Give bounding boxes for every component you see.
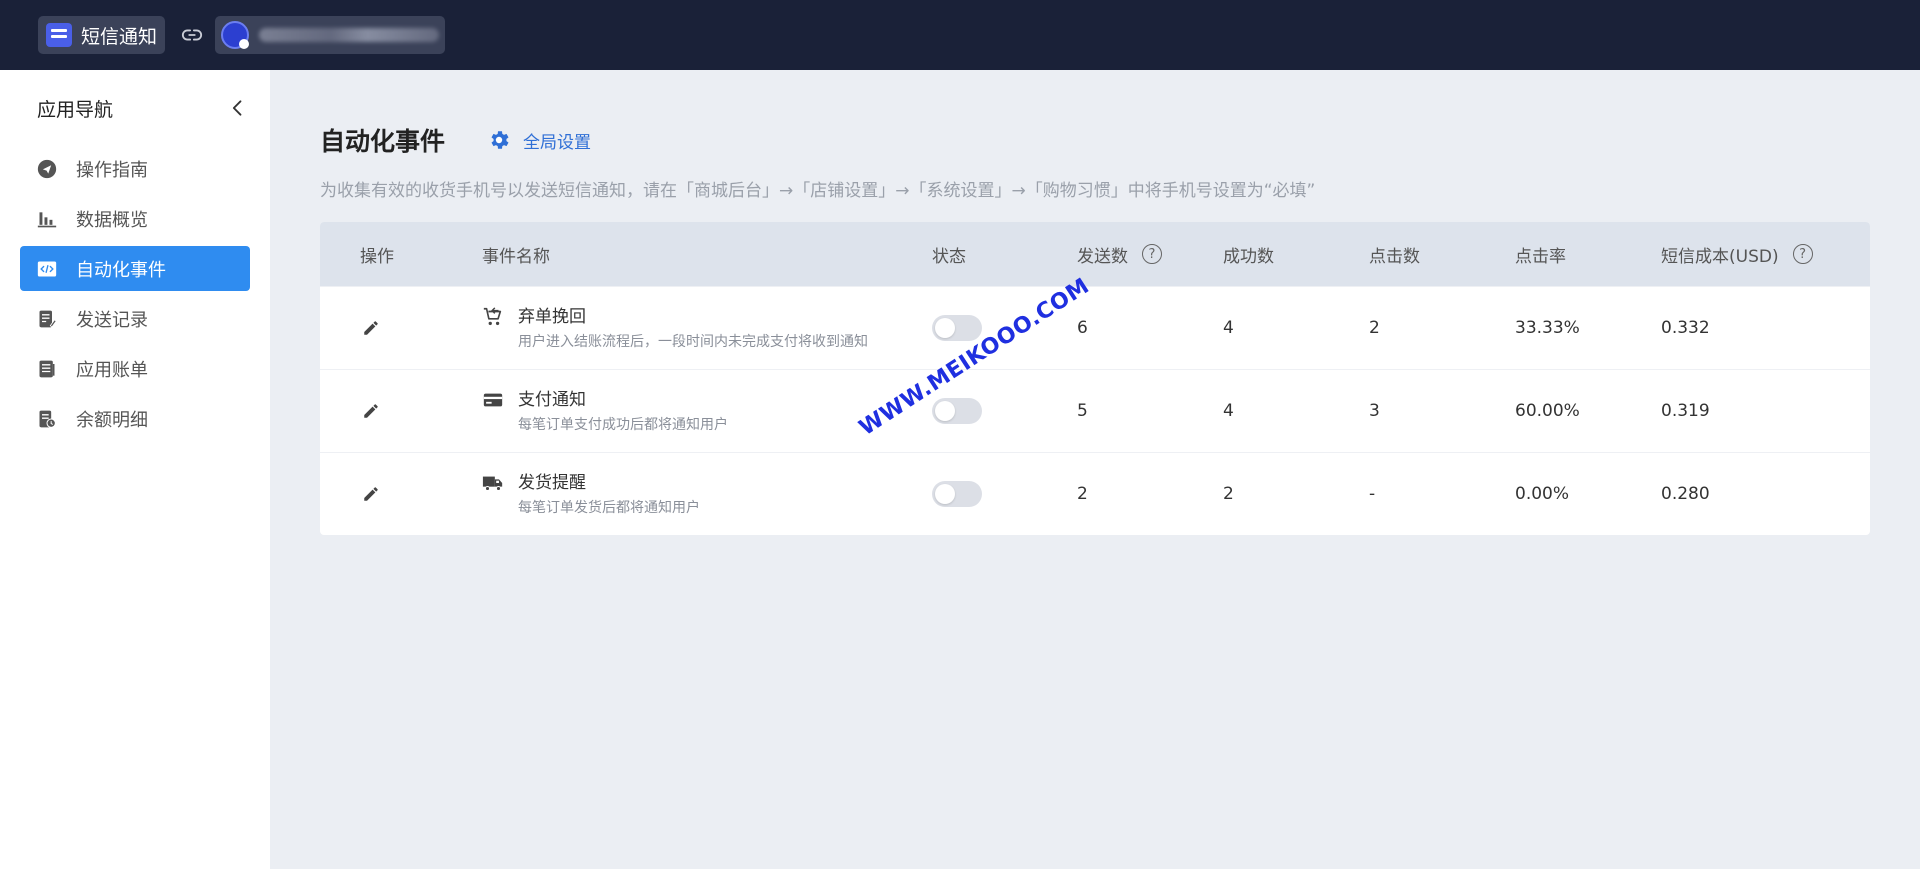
op-cell bbox=[320, 483, 482, 505]
pencil-icon bbox=[364, 321, 378, 335]
header-clicks: 点击数 bbox=[1369, 246, 1420, 267]
cost-cell: 0.319 bbox=[1661, 401, 1710, 421]
sidebar-item-label: 应用账单 bbox=[76, 359, 148, 381]
page-description: 为收集有效的收货手机号以发送短信通知，请在「商城后台」→「店铺设置」→「系统设置… bbox=[320, 181, 1316, 201]
rate-cell: 33.33% bbox=[1515, 318, 1580, 338]
balance-doc-icon bbox=[36, 408, 58, 430]
event-name-cell: 弃单挽回 用户进入结账流程后，一段时间内未完成支付将收到通知 bbox=[482, 305, 932, 351]
status-toggle[interactable] bbox=[932, 398, 982, 424]
clicks-cell: - bbox=[1369, 484, 1376, 504]
event-description: 用户进入结账流程后，一段时间内未完成支付将收到通知 bbox=[518, 334, 868, 350]
global-settings-link[interactable]: 全局设置 bbox=[487, 128, 591, 153]
table-row: 发货提醒 每笔订单发货后都将通知用户 2 2 - 0.00% 0.280 bbox=[320, 452, 1870, 535]
header-rate: 点击率 bbox=[1515, 246, 1566, 267]
sms-app-logo-icon bbox=[46, 23, 72, 47]
sidebar-item-label: 发送记录 bbox=[76, 309, 148, 331]
edit-button[interactable] bbox=[360, 400, 382, 422]
app-switcher[interactable]: 短信通知 bbox=[38, 16, 166, 54]
header-sent: 发送数 ? bbox=[1077, 242, 1223, 267]
event-title: 支付通知 bbox=[518, 390, 586, 410]
send-icon bbox=[36, 158, 58, 180]
sidebar-item-overview[interactable]: 数据概览 bbox=[20, 196, 250, 241]
sidebar-header: 应用导航 bbox=[0, 70, 270, 146]
truck-icon bbox=[482, 476, 503, 491]
header-status: 状态 bbox=[932, 246, 966, 267]
pencil-icon bbox=[364, 404, 378, 418]
edit-doc-icon bbox=[36, 308, 58, 330]
success-cell: 4 bbox=[1223, 318, 1234, 338]
cart-return-icon bbox=[483, 307, 502, 326]
header-op: 操作 bbox=[360, 246, 394, 267]
table-row: 弃单挽回 用户进入结账流程后，一段时间内未完成支付将收到通知 6 4 2 33.… bbox=[320, 286, 1870, 369]
event-title: 发货提醒 bbox=[518, 473, 586, 493]
help-icon[interactable]: ? bbox=[1142, 244, 1162, 264]
sidebar-item-send-records[interactable]: 发送记录 bbox=[20, 296, 250, 341]
bar-chart-icon bbox=[36, 208, 58, 230]
app-name: 短信通知 bbox=[81, 25, 158, 48]
help-icon[interactable]: ? bbox=[1792, 244, 1813, 264]
top-bar: 短信通知 bbox=[0, 0, 1920, 70]
store-name-blurred bbox=[259, 28, 440, 42]
sidebar-item-guide[interactable]: 操作指南 bbox=[20, 146, 250, 191]
sidebar-item-label: 自动化事件 bbox=[76, 259, 166, 281]
success-cell: 4 bbox=[1223, 401, 1234, 421]
table-row: 支付通知 每笔订单支付成功后都将通知用户 5 4 3 60.00% 0.319 bbox=[320, 369, 1870, 452]
store-avatar bbox=[221, 21, 250, 49]
events-table: 操作 事件名称 状态 发送数 ? 成功数 点击数 点击率 短信成本(USD) ? bbox=[320, 222, 1870, 535]
sidebar-item-automation[interactable]: 自动化事件 bbox=[20, 246, 250, 291]
success-cell: 2 bbox=[1223, 484, 1234, 504]
status-toggle[interactable] bbox=[932, 481, 982, 507]
sidebar-item-label: 操作指南 bbox=[76, 159, 148, 181]
clicks-cell: 3 bbox=[1369, 401, 1380, 421]
event-description: 每笔订单支付成功后都将通知用户 bbox=[518, 417, 728, 433]
collapse-sidebar-button[interactable] bbox=[226, 96, 250, 120]
event-name-cell: 发货提醒 每笔订单发货后都将通知用户 bbox=[482, 471, 932, 517]
op-cell bbox=[320, 317, 482, 339]
sent-cell: 6 bbox=[1077, 318, 1088, 338]
sidebar-item-label: 数据概览 bbox=[76, 209, 148, 231]
document-icon bbox=[36, 358, 58, 380]
rate-cell: 0.00% bbox=[1515, 484, 1570, 504]
gear-icon bbox=[491, 131, 509, 149]
store-selector[interactable] bbox=[215, 16, 446, 54]
sidebar-item-bills[interactable]: 应用账单 bbox=[20, 346, 250, 391]
sent-cell: 2 bbox=[1077, 484, 1088, 504]
header-sent-label: 发送数 bbox=[1077, 246, 1128, 267]
code-icon bbox=[36, 258, 58, 280]
clicks-cell: 2 bbox=[1369, 318, 1380, 338]
table-header: 操作 事件名称 状态 发送数 ? 成功数 点击数 点击率 短信成本(USD) ? bbox=[320, 222, 1870, 286]
cost-cell: 0.280 bbox=[1661, 484, 1710, 504]
header-success: 成功数 bbox=[1223, 246, 1274, 267]
op-cell bbox=[320, 400, 482, 422]
chevron-left-icon bbox=[232, 100, 242, 116]
edit-button[interactable] bbox=[360, 317, 382, 339]
status-cell bbox=[932, 481, 1077, 507]
sidebar-item-balance[interactable]: 余额明细 bbox=[20, 396, 250, 441]
event-title: 弃单挽回 bbox=[518, 307, 586, 327]
status-cell bbox=[932, 398, 1077, 424]
pencil-icon bbox=[364, 487, 378, 501]
header-name: 事件名称 bbox=[482, 246, 550, 267]
sidebar-title: 应用导航 bbox=[37, 98, 114, 121]
rate-cell: 60.00% bbox=[1515, 401, 1580, 421]
event-description: 每笔订单发货后都将通知用户 bbox=[518, 500, 700, 516]
credit-card-icon bbox=[483, 393, 503, 407]
edit-button[interactable] bbox=[360, 483, 382, 505]
main-content: 自动化事件 全局设置 为收集有效的收货手机号以发送短信通知，请在「商城后台」→「… bbox=[270, 70, 1920, 869]
sidebar-item-label: 余额明细 bbox=[76, 409, 148, 431]
sidebar-nav: 操作指南 数据概览 自动化事件 发送记录 应用账单 余额明细 bbox=[0, 146, 270, 441]
sidebar: 应用导航 操作指南 数据概览 自动化事件 发送记录 应用账单 余额明细 bbox=[0, 70, 270, 869]
status-toggle[interactable] bbox=[932, 315, 982, 341]
link-icon[interactable] bbox=[179, 22, 205, 48]
cost-cell: 0.332 bbox=[1661, 318, 1710, 338]
sent-cell: 5 bbox=[1077, 401, 1088, 421]
header-cost-label: 短信成本(USD) bbox=[1661, 246, 1779, 267]
global-settings-label: 全局设置 bbox=[523, 132, 592, 153]
page-header: 自动化事件 全局设置 bbox=[320, 122, 591, 158]
header-cost: 短信成本(USD) ? bbox=[1661, 242, 1870, 267]
page-title: 自动化事件 bbox=[320, 127, 446, 156]
